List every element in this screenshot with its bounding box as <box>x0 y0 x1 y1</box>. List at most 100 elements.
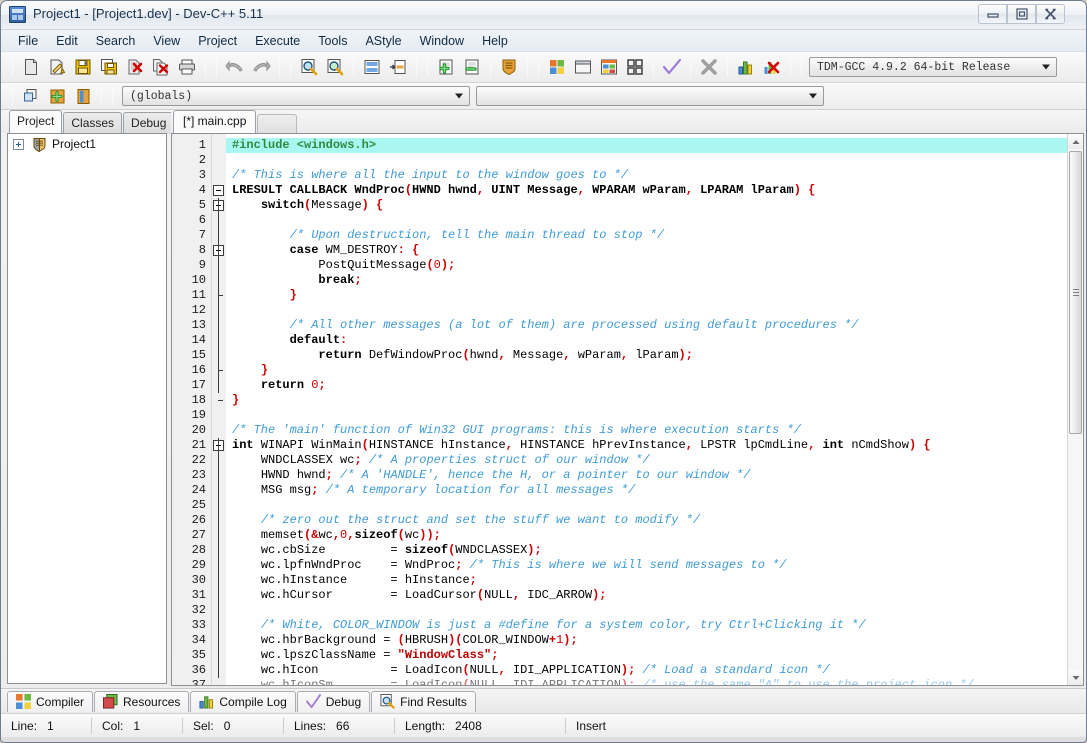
code-line[interactable]: LRESULT CALLBACK WndProc(HWND hwnd, UINT… <box>226 183 1067 198</box>
member-dropdown[interactable] <box>476 86 824 106</box>
scroll-down-arrow[interactable] <box>1068 670 1083 685</box>
code-line[interactable]: default: <box>226 333 1067 348</box>
code-line[interactable]: } <box>226 363 1067 378</box>
find-icon[interactable] <box>297 55 321 79</box>
rebuild-all-icon[interactable] <box>623 55 647 79</box>
scope-dropdown[interactable]: (globals) <box>122 86 470 106</box>
goto-line-icon[interactable] <box>360 55 384 79</box>
code-line[interactable] <box>226 153 1067 168</box>
menu-execute[interactable]: Execute <box>246 32 309 50</box>
code-line[interactable]: wc.cbSize = sizeof(WNDCLASSEX); <box>226 543 1067 558</box>
code-line[interactable]: /* White, COLOR_WINDOW is just a #define… <box>226 618 1067 633</box>
compiler-set-dropdown[interactable]: TDM-GCC 4.9.2 64-bit Release <box>809 57 1057 77</box>
goto-function-icon[interactable] <box>386 55 410 79</box>
code-line[interactable]: wc.lpfnWndProc = WndProc; /* This is whe… <box>226 558 1067 573</box>
code-line[interactable]: } <box>226 393 1067 408</box>
project-tree[interactable]: Project1 <box>7 133 167 684</box>
goto-bookmark-icon[interactable] <box>71 84 95 108</box>
syntax-check-icon[interactable] <box>660 55 684 79</box>
code-line[interactable] <box>226 498 1067 513</box>
code-line[interactable] <box>226 603 1067 618</box>
code-line[interactable] <box>226 303 1067 318</box>
menu-tools[interactable]: Tools <box>309 32 356 50</box>
code-line[interactable]: case WM_DESTROY: { <box>226 243 1067 258</box>
toggle-bookmark-icon[interactable] <box>45 84 69 108</box>
code-line[interactable]: wc.hIcon = LoadIcon(NULL, IDI_APPLICATIO… <box>226 663 1067 678</box>
code-editor[interactable]: 1234567891011121314151617181920212223242… <box>171 133 1084 686</box>
code-line[interactable]: wc.hCursor = LoadCursor(NULL, IDC_ARROW)… <box>226 588 1067 603</box>
menu-help[interactable]: Help <box>473 32 517 50</box>
code-line[interactable]: wc.hbrBackground = (HBRUSH)(COLOR_WINDOW… <box>226 633 1067 648</box>
editor-vertical-scrollbar[interactable] <box>1067 134 1083 685</box>
save-icon[interactable] <box>71 55 95 79</box>
code-line[interactable]: return 0; <box>226 378 1067 393</box>
code-line[interactable]: WNDCLASSEX wc; /* A properties struct of… <box>226 453 1067 468</box>
close-all-icon[interactable] <box>149 55 173 79</box>
new-file-icon[interactable] <box>19 55 43 79</box>
code-line[interactable]: MSG msg; /* A temporary location for all… <box>226 483 1067 498</box>
code-line[interactable]: switch(Message) { <box>226 198 1067 213</box>
tab-find-results[interactable]: Find Results <box>371 691 476 712</box>
tab-compile-log[interactable]: Compile Log <box>190 691 295 712</box>
remove-from-project-icon[interactable] <box>460 55 484 79</box>
code-line[interactable]: int WINAPI WinMain(HINSTANCE hInstance, … <box>226 438 1067 453</box>
code-line[interactable] <box>226 408 1067 423</box>
code-line[interactable]: wc.hIconSm = LoadIcon(NULL, IDI_APPLICAT… <box>226 678 1067 685</box>
code-line[interactable]: } <box>226 288 1067 303</box>
close-file-icon[interactable] <box>123 55 147 79</box>
undo-icon[interactable] <box>223 55 247 79</box>
code-line[interactable]: return DefWindowProc(hwnd, Message, wPar… <box>226 348 1067 363</box>
menu-file[interactable]: File <box>9 32 47 50</box>
add-to-project-icon[interactable] <box>434 55 458 79</box>
code-line[interactable]: memset(&wc,0,sizeof(wc)); <box>226 528 1067 543</box>
scroll-up-arrow[interactable] <box>1068 134 1083 149</box>
menu-view[interactable]: View <box>144 32 189 50</box>
code-line[interactable]: /* Upon destruction, tell the main threa… <box>226 228 1067 243</box>
project-options-icon[interactable] <box>497 55 521 79</box>
code-line[interactable]: #include <windows.h> <box>226 138 1067 153</box>
menu-astyle[interactable]: AStyle <box>356 32 410 50</box>
tab-main-cpp[interactable]: [*] main.cpp <box>173 110 256 133</box>
tab-project[interactable]: Project <box>9 110 62 133</box>
open-file-icon[interactable] <box>45 55 69 79</box>
menu-window[interactable]: Window <box>411 32 473 50</box>
code-line[interactable]: PostQuitMessage(0); <box>226 258 1067 273</box>
profile-icon[interactable] <box>734 55 758 79</box>
stop-execution-icon[interactable] <box>697 55 721 79</box>
code-line[interactable]: break; <box>226 273 1067 288</box>
code-line[interactable]: wc.hInstance = hInstance; <box>226 573 1067 588</box>
code-folding-column[interactable] <box>212 134 226 685</box>
close-button[interactable] <box>1036 4 1065 24</box>
tab-debug[interactable]: Debug <box>123 112 174 134</box>
code-text-area[interactable]: #include <windows.h> /* This is where all… <box>226 134 1067 685</box>
expand-plus-icon[interactable] <box>13 139 24 150</box>
tab-debug-output[interactable]: Debug <box>297 691 370 712</box>
code-line[interactable]: /* zero out the struct and set the stuff… <box>226 513 1067 528</box>
print-icon[interactable] <box>175 55 199 79</box>
tab-resources[interactable]: Resources <box>94 691 189 712</box>
save-all-icon[interactable] <box>97 55 121 79</box>
replace-icon[interactable] <box>323 55 347 79</box>
compile-and-run-icon[interactable] <box>597 55 621 79</box>
fold-toggle-icon[interactable] <box>213 185 224 196</box>
delete-profile-icon[interactable] <box>760 55 784 79</box>
menu-edit[interactable]: Edit <box>47 32 87 50</box>
code-line[interactable]: HWND hwnd; /* A 'HANDLE', hence the H, o… <box>226 468 1067 483</box>
insert-icon[interactable] <box>19 84 43 108</box>
code-line[interactable] <box>226 213 1067 228</box>
code-line[interactable]: /* All other messages (a lot of them) ar… <box>226 318 1067 333</box>
menu-project[interactable]: Project <box>189 32 246 50</box>
code-line[interactable]: /* This is where all the input to the wi… <box>226 168 1067 183</box>
minimize-button[interactable] <box>978 4 1007 24</box>
code-line[interactable]: /* The 'main' function of Win32 GUI prog… <box>226 423 1067 438</box>
run-icon[interactable] <box>571 55 595 79</box>
code-line[interactable]: wc.lpszClassName = "WindowClass"; <box>226 648 1067 663</box>
tab-compiler[interactable]: Compiler <box>7 691 93 712</box>
menu-search[interactable]: Search <box>87 32 145 50</box>
maximize-button[interactable] <box>1007 4 1036 24</box>
redo-icon[interactable] <box>249 55 273 79</box>
scrollbar-thumb[interactable] <box>1069 151 1082 434</box>
compile-icon[interactable] <box>545 55 569 79</box>
tab-classes[interactable]: Classes <box>63 112 122 134</box>
tree-item-project1[interactable]: Project1 <box>8 134 166 154</box>
